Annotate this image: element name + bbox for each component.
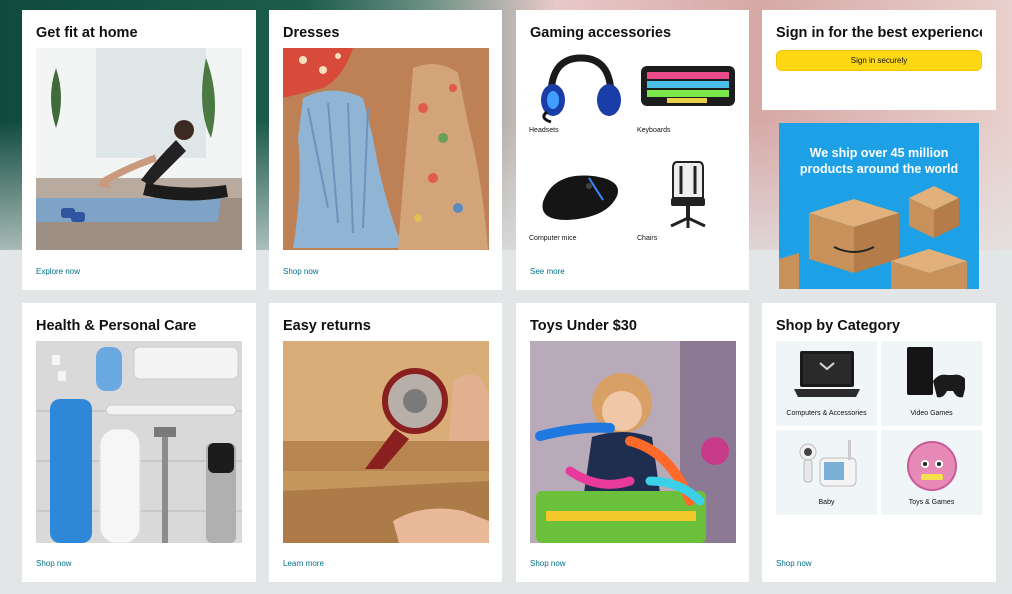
card-easy-returns: Easy returns Learn more [269, 303, 502, 582]
category-baby[interactable]: Baby [776, 430, 877, 515]
category-label: Toys & Games [908, 499, 955, 506]
headset-icon [529, 48, 629, 124]
shop-now-link[interactable]: Shop now [36, 559, 72, 568]
explore-now-link[interactable]: Explore now [36, 267, 80, 276]
card-health: Health & Personal Care Shop now [22, 303, 256, 582]
health-image[interactable] [36, 341, 242, 543]
shipping-ad[interactable]: We ship over 45 million products around … [779, 123, 979, 289]
card-title: Toys Under $30 [530, 318, 637, 334]
learn-more-link[interactable]: Learn more [283, 559, 324, 568]
keyboard-icon [637, 48, 737, 124]
category-computers[interactable]: Computers & Accessories [776, 341, 877, 426]
grid-item-computer-mice[interactable]: Computer mice [529, 156, 629, 258]
mouse-icon [529, 156, 629, 232]
toy-ball-icon [899, 434, 965, 494]
fitness-image[interactable] [36, 48, 242, 250]
category-label: Baby [818, 499, 835, 506]
card-title: Sign in for the best experience [776, 25, 982, 41]
grid-item-label: Chairs [637, 235, 658, 242]
grid-item-chairs[interactable]: Chairs [637, 156, 737, 258]
see-more-link[interactable]: See more [530, 267, 565, 276]
grid-item-label: Keyboards [637, 127, 671, 134]
shop-now-link[interactable]: Shop now [530, 559, 566, 568]
game-console-icon [899, 345, 965, 405]
category-toys-games[interactable]: Toys & Games [881, 430, 982, 515]
category-label: Computers & Accessories [786, 410, 867, 417]
card-title: Easy returns [283, 318, 371, 334]
sign-in-button[interactable]: Sign in securely [776, 50, 982, 71]
grid-item-label: Computer mice [529, 235, 577, 242]
card-sign-in: Sign in for the best experience Sign in … [762, 10, 996, 110]
card-shop-by-category: Shop by Category Computers & Accessories [762, 303, 996, 582]
returns-image[interactable] [283, 341, 489, 543]
boxes-icon [779, 186, 967, 289]
category-label: Video Games [910, 410, 953, 417]
gaming-grid: Headsets Keyboards Computer mice Chairs [529, 48, 737, 258]
category-video-games[interactable]: Video Games [881, 341, 982, 426]
baby-monitor-icon [794, 434, 860, 494]
laptop-icon [794, 345, 860, 405]
card-dresses: Dresses Shop now [269, 10, 502, 290]
card-title: Shop by Category [776, 318, 901, 334]
card-gaming-accessories: Gaming accessories Headsets Keyboards Co… [516, 10, 749, 290]
dresses-image[interactable] [283, 48, 489, 250]
toys-image[interactable] [530, 341, 736, 543]
card-title: Get fit at home [36, 25, 138, 41]
card-title: Gaming accessories [530, 25, 672, 41]
card-title: Dresses [283, 25, 340, 41]
grid-item-keyboards[interactable]: Keyboards [637, 48, 737, 150]
card-get-fit: Get fit at home Explore now [22, 10, 256, 290]
category-grid: Computers & Accessories Video Games Baby… [776, 341, 982, 515]
shop-now-link[interactable]: Shop now [283, 267, 319, 276]
shop-now-link[interactable]: Shop now [776, 559, 812, 568]
grid-item-label: Headsets [529, 127, 559, 134]
grid-item-headsets[interactable]: Headsets [529, 48, 629, 150]
card-toys: Toys Under $30 Shop now [516, 303, 749, 582]
card-title: Health & Personal Care [36, 318, 197, 334]
chair-icon [637, 156, 737, 232]
